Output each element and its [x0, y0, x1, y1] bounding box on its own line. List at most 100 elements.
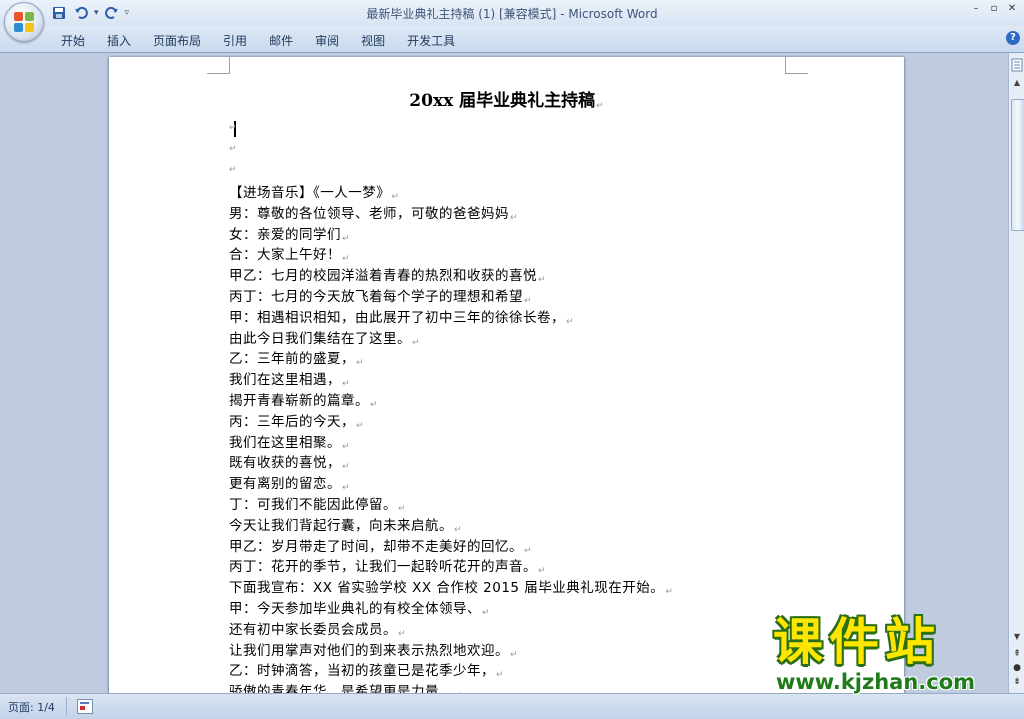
document-line-text: 丙丁：花开的季节，让我们一起聆听花开的声音。	[229, 559, 537, 576]
document-line-text: 还有初中家长委员会成员。	[229, 621, 397, 638]
margin-corner-mark	[207, 57, 230, 74]
paragraph-mark-icon: ↵	[398, 628, 407, 639]
document-line: 【进场音乐】《一人一梦》↵	[229, 183, 869, 204]
document-line: 我们在这里相遇，↵	[229, 370, 869, 391]
paragraph-mark-icon: ↵	[342, 462, 351, 473]
document-line-text: 我们在这里相遇，	[229, 372, 341, 389]
window-controls: – ▫ ✕	[968, 2, 1020, 16]
tab-home[interactable]: 开始	[50, 30, 96, 51]
document-line-text: 既有收获的喜悦，	[229, 455, 341, 472]
paragraph-mark-icon: ↵	[524, 545, 533, 556]
document-line: 既有收获的喜悦，↵	[229, 453, 869, 474]
paragraph-mark-icon: ↵	[538, 566, 547, 577]
app-name: Microsoft Word	[568, 7, 658, 21]
document-line-text: 合：大家上午好！	[229, 247, 341, 264]
document-line: 乙：三年前的盛夏，↵	[229, 349, 869, 370]
status-divider	[66, 697, 67, 715]
scroll-down-icon[interactable]: ▼	[1011, 631, 1023, 643]
paragraph-mark-icon: ↵	[412, 337, 421, 348]
ribbon-tabs: 开始 插入 页面布局 引用 邮件 审阅 视图 开发工具	[50, 30, 466, 51]
document-line-text: 甲乙：岁月带走了时间，却带不走美好的回忆。	[229, 538, 523, 555]
document-line-text: 丁：可我们不能因此停留。	[229, 496, 397, 513]
document-line: 更有离别的留恋。↵	[229, 474, 869, 495]
document-line: 丁：可我们不能因此停留。↵	[229, 495, 869, 516]
paragraph-mark-icon: ↵	[342, 441, 351, 452]
document-line-text: 甲：今天参加毕业典礼的有校全体领导、	[229, 600, 481, 617]
paragraph-mark-icon: ↵	[510, 212, 519, 223]
vertical-scrollbar[interactable]: ▲ ▼ ⇞ ● ⇟	[1008, 53, 1024, 693]
document-line-text: 【进场音乐】《一人一梦》	[229, 185, 391, 201]
paragraph-mark-icon: ↵	[665, 587, 674, 598]
paragraph-mark-icon: ↵	[342, 254, 351, 265]
document-line: 合：大家上午好！↵	[229, 245, 869, 266]
document-line: 揭开青春崭新的篇章。↵	[229, 391, 869, 412]
tab-view[interactable]: 视图	[350, 30, 396, 51]
paragraph-mark-icon: ↵	[342, 379, 351, 390]
ruler-toggle-icon[interactable]	[1011, 57, 1023, 72]
document-line-text: 男：尊敬的各位领导、老师，可敬的爸爸妈妈	[229, 205, 509, 222]
status-bar: 页面: 1/4	[0, 693, 1024, 719]
document-line: 丙：三年后的今天，↵	[229, 412, 869, 433]
page-count[interactable]: 页面: 1/4	[8, 699, 55, 715]
document-line: 甲乙：岁月带走了时间，却带不走美好的回忆。↵	[229, 537, 869, 558]
document-line-text: 甲乙：七月的校园洋溢着青春的热烈和收获的喜悦	[229, 268, 537, 285]
document-line: 下面我宣布：XX 省实验学校 XX 合作校 2015 届毕业典礼现在开始。↵	[229, 578, 869, 599]
paragraph-mark-icon: ↵	[524, 295, 533, 306]
document-line-text: 揭开青春崭新的篇章。	[229, 392, 369, 409]
close-icon[interactable]: ✕	[1004, 2, 1020, 16]
tab-references[interactable]: 引用	[212, 30, 258, 51]
scroll-up-icon[interactable]: ▲	[1011, 77, 1023, 89]
document-name: 最新毕业典礼主持稿 (1) [兼容模式]	[366, 7, 557, 21]
help-icon[interactable]: ?	[1006, 31, 1020, 45]
restore-icon[interactable]: ▫	[986, 2, 1002, 16]
document-line-text: 女：亲爱的同学们	[229, 226, 341, 243]
document-line: 丙丁：花开的季节，让我们一起聆听花开的声音。↵	[229, 557, 869, 578]
tab-mailings[interactable]: 邮件	[258, 30, 304, 51]
document-workspace: 20xx 届毕业典礼主持稿↵ ↵ ↵ ↵ 【进场音乐】《一人一梦》↵ 男：尊敬的各…	[0, 53, 1008, 693]
document-title: 20xx 届毕业典礼主持稿↵	[409, 91, 604, 111]
tab-developer[interactable]: 开发工具	[396, 30, 466, 51]
document-line-text: 乙：三年前的盛夏，	[229, 351, 355, 368]
paragraph-mark-icon: ↵	[342, 483, 351, 494]
paragraph-mark-icon: ↵	[356, 358, 365, 369]
window-title: 最新毕业典礼主持稿 (1) [兼容模式] - Microsoft Word	[366, 7, 658, 21]
document-line: 甲乙：七月的校园洋溢着青春的热烈和收获的喜悦↵	[229, 266, 869, 287]
ribbon: 开始 插入 页面布局 引用 邮件 审阅 视图 开发工具 ?	[0, 26, 1024, 53]
next-page-icon[interactable]: ⇟	[1012, 677, 1022, 687]
office-button[interactable]	[4, 2, 44, 42]
tab-insert[interactable]: 插入	[96, 30, 142, 51]
paragraph-mark-icon: ↵	[482, 607, 491, 618]
paragraph-mark-icon: ↵	[229, 144, 237, 154]
minimize-icon[interactable]: –	[968, 2, 984, 16]
tab-review[interactable]: 审阅	[304, 30, 350, 51]
document-page[interactable]: 20xx 届毕业典礼主持稿↵ ↵ ↵ ↵ 【进场音乐】《一人一梦》↵ 男：尊敬的各…	[109, 57, 904, 693]
paragraph-mark-icon: ↵	[398, 503, 407, 514]
paragraph-mark-icon: ↵	[538, 275, 547, 286]
paragraph-mark-icon: ↵	[229, 165, 237, 175]
document-line: 今天让我们背起行囊，向未来启航。↵	[229, 516, 869, 537]
title-bar: ▾ ▿ 最新毕业典礼主持稿 (1) [兼容模式] - Microsoft Wor…	[0, 0, 1024, 26]
document-line-text: 甲：相遇相识相知，由此展开了初中三年的徐徐长卷，	[229, 309, 565, 326]
paragraph-mark-icon: ↵	[496, 670, 505, 681]
document-line-text: 骄傲的青春年华，是希望更是力量，	[229, 684, 453, 693]
scroll-thumb[interactable]	[1011, 99, 1024, 231]
document-line: 丙丁：七月的今天放飞着每个学子的理想和希望↵	[229, 287, 869, 308]
document-line-text: 乙：时钟滴答，当初的孩童已是花季少年，	[229, 663, 495, 680]
document-line-text: 丙丁：七月的今天放飞着每个学子的理想和希望	[229, 288, 523, 305]
tab-page-layout[interactable]: 页面布局	[142, 30, 212, 51]
document-line-text: 让我们用掌声对他们的到来表示热烈地欢迎。	[229, 642, 509, 659]
watermark-main-text: 课件站	[773, 613, 941, 671]
document-line-text: 今天让我们背起行囊，向未来启航。	[229, 517, 453, 534]
paragraph-mark-icon: ↵	[391, 192, 400, 202]
watermark-logo: 课件站 www.kjzhan.com	[773, 614, 1003, 694]
previous-page-icon[interactable]: ⇞	[1012, 649, 1022, 659]
watermark-url: www.kjzhan.com	[776, 670, 976, 694]
select-browse-object-icon[interactable]: ●	[1012, 663, 1022, 673]
paragraph-mark-icon: ↵	[510, 649, 519, 660]
paragraph-mark-icon: ↵	[566, 316, 575, 327]
document-line-text: 丙：三年后的今天，	[229, 413, 355, 430]
document-line-text: 下面我宣布：XX 省实验学校 XX 合作校 2015 届毕业典礼现在开始。	[229, 580, 665, 597]
document-line-text: 我们在这里相聚。	[229, 434, 341, 451]
proofing-icon[interactable]	[77, 699, 93, 714]
document-line-text: 由此今日我们集结在了这里。	[229, 330, 411, 347]
